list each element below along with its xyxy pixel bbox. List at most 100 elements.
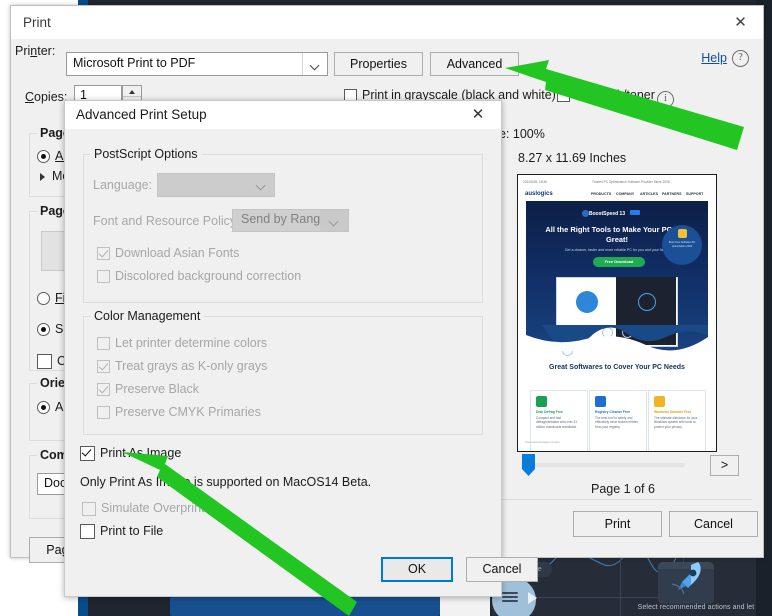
next-page-button[interactable]: > [710,455,739,476]
properties-button[interactable]: Properties [334,52,423,76]
product-desc: The best tool to safely and effectively … [595,416,638,429]
preview-brand-logo: auslogics [525,191,553,197]
preview-nav-item: SUPPORT [686,192,704,196]
advanced-ok-button[interactable]: OK [381,557,453,582]
help-link[interactable]: Help [701,51,727,65]
rocket-icon [671,562,701,595]
font-policy-value: Send by Range [241,212,328,226]
checkbox-box [97,247,110,260]
preview-gauge-icon [576,291,598,313]
checkbox-box [80,446,95,461]
info-icon[interactable]: i [657,91,674,108]
advanced-print-setup-dialog: Advanced Print Setup ✕ PostScript Option… [64,100,538,597]
preview-tagline: Trusted PC Optimization Software Provide… [592,180,670,184]
printer-select-value: Microsoft Print to PDF [73,56,196,70]
preview-gauge-icon-2 [638,293,656,311]
scale-text: e: 100% [499,127,545,141]
print-button[interactable]: Print [573,511,662,537]
preview-download-button: Free Download [593,257,645,267]
preview-chip-label: BoostSpeed 13 [589,211,626,217]
product-icon [654,396,665,407]
color-management-title: Color Management [90,309,205,323]
preview-product-card: Registry Cleaner Free The best tool to s… [589,390,647,451]
preview-award-text: Best Free Software PC optimization 2023 [668,241,696,248]
screen-root: resume Select recommended actions and le… [0,0,772,616]
paper-size-text: 8.27 x 11.69 Inches [518,151,627,165]
preview-date-stamp: 2024/5/28, 18:36 [523,180,547,184]
discolored-background-label: Discolored background correction [115,269,302,283]
background-menu-icon [502,592,518,603]
preview-nav-item: COMPANY [616,192,635,196]
question-mark-icon[interactable]: ? [732,50,749,67]
simulate-overprinting-label: Simulate Overprinting [101,501,222,515]
page-indicator: Page 1 of 6 [591,482,655,496]
advanced-cancel-button[interactable]: Cancel [466,557,538,582]
product-title: Disk Defrag Free [536,410,563,414]
product-title: Windows Slimmer Free [654,410,692,414]
preview-chip-icon [582,210,589,217]
chevron-down-icon [302,53,327,75]
radio-button [37,401,50,414]
stepper-up-icon[interactable] [123,86,141,97]
copies-label: Copies: [25,90,68,104]
printer-label: Printer: [15,44,56,58]
print-dialog-titlebar: Print ✕ [11,6,763,39]
divider [498,499,752,500]
product-desc: Compact and fast defragmentation with ov… [536,416,578,429]
close-icon[interactable]: ✕ [461,101,495,129]
checkbox-box [557,89,570,102]
checkbox-box [80,524,95,539]
chevron-right-icon[interactable] [40,173,45,181]
page-slider-track[interactable] [525,463,685,467]
print-as-image-label: Print As Image [100,446,182,460]
print-as-image-note: Only Print As Image is supported on MacO… [80,475,372,489]
product-icon [536,396,547,407]
print-dialog-title: Print [23,15,51,30]
product-desc: The ultimate slimdown for your Windows s… [654,416,698,429]
background-play-icon [528,592,537,604]
product-title: Registry Cleaner Free [595,410,631,414]
checkbox-box [97,360,110,373]
checkbox-box [37,354,52,369]
checkbox-box [97,406,110,419]
page-slider-thumb[interactable] [522,454,535,476]
trophy-icon [678,229,687,238]
preview-new-badge [630,210,640,215]
checkbox-box [82,502,96,516]
preview-nav-item: ARTICLES [640,192,658,196]
close-icon[interactable]: ✕ [718,6,763,39]
postscript-options-title: PostScript Options [90,147,202,161]
font-policy-select: Send by Range [232,209,349,232]
save-ink-checkbox-label: Save ink/toner [575,88,655,102]
preview-footer-url: https://www.auslogics.com/en/ [525,441,560,444]
preview-product-card: Windows Slimmer Free The ultimate slimdo… [648,390,706,451]
product-icon [595,396,606,407]
print-preview[interactable]: 2024/5/28, 18:36 Trusted PC Optimization… [517,174,717,452]
preview-nav-item: PARTNERS [662,192,682,196]
preserve-black-label: Preserve Black [115,382,200,396]
print-cancel-button[interactable]: Cancel [669,511,758,537]
font-policy-label: Font and Resource Policy: [93,214,240,228]
chevron-down-icon [248,174,274,196]
preview-section-title: Great Softwares to Cover Your PC Needs [549,364,685,371]
chevron-down-icon [320,210,348,231]
treat-grays-label: Treat grays as K-only grays [115,359,268,373]
advanced-dialog-titlebar: Advanced Print Setup ✕ [65,101,501,129]
background-rocket-caption: Select recommended actions and let [637,604,755,611]
checkbox-box [97,270,110,283]
radio-button [37,150,50,163]
radio-button [37,323,50,336]
preview-wave-divider [526,325,708,351]
print-to-file-label: Print to File [100,524,164,538]
preview-nav-item: PRODUCTS [591,192,612,196]
advanced-dialog-title: Advanced Print Setup [76,107,207,122]
radio-button [37,292,50,305]
checkbox-box [97,383,110,396]
advanced-button[interactable]: Advanced [430,52,519,76]
language-select [157,173,275,197]
printer-select[interactable]: Microsoft Print to PDF [66,52,328,76]
checkbox-box [97,337,110,350]
language-label: Language: [93,178,153,192]
let-printer-determine-colors-label: Let printer determine colors [115,336,268,350]
preserve-cmyk-label: Preserve CMYK Primaries [115,405,261,419]
